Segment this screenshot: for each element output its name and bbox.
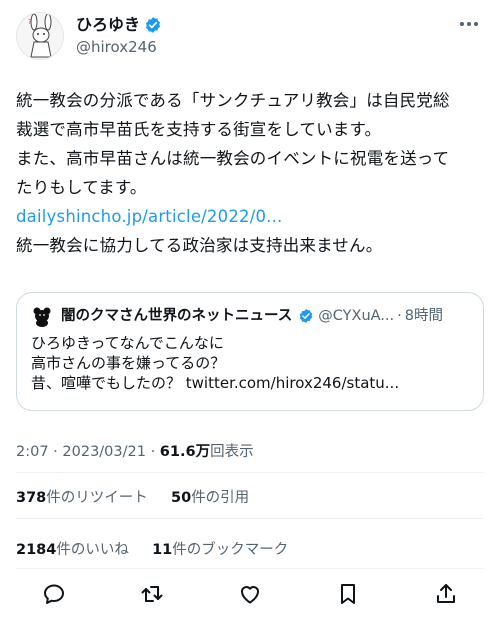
bookmarks-count: 11	[152, 542, 173, 558]
quotes-stat[interactable]: 50件の引用	[171, 490, 249, 506]
tweet-line: 統一教会に協力してる政治家は支持出来ません。	[16, 236, 383, 255]
quotes-label: 件の引用	[191, 490, 250, 506]
heart-icon	[241, 586, 259, 604]
reply-button[interactable]	[40, 580, 68, 608]
tweet-text: 統一教会の分派である「サンクチュアリ教会」は自民党総 裁選で高市早苗氏を支持する…	[16, 86, 486, 260]
article-link[interactable]: dailyshincho.jp/article/2022/0...	[16, 202, 486, 231]
bookmarks-stat[interactable]: 11件のブックマーク	[152, 542, 288, 558]
tweet-line: 裁選で高市早苗氏を支持する街宣をしています。	[16, 120, 382, 139]
retweets-count: 378	[16, 490, 47, 506]
quote-display-name: 闇のクマさん世界のネットニュース	[61, 308, 293, 324]
likes-count: 2184	[16, 542, 57, 558]
retweet-icon	[141, 586, 163, 602]
tweet-line: たりもしてます。	[16, 178, 147, 197]
retweets-stat[interactable]: 378件のリツイート	[16, 490, 148, 506]
reply-icon	[44, 584, 64, 604]
tweet-date[interactable]: 2023/03/21	[62, 444, 146, 460]
divider	[16, 472, 484, 473]
tweet-meta: 2:07 · 2023/03/21 · 61.6万回表示	[16, 444, 254, 460]
quoted-tweet[interactable]: 闇のクマさん世界のネットニュース @CYXuA... · 8時間 ひろゆきってな…	[16, 292, 484, 411]
quote-line: 昔、喧嘩でもしたの？ twitter.com/hirox246/statu...	[31, 374, 400, 392]
like-button[interactable]	[236, 580, 264, 608]
quotes-count: 50	[171, 490, 192, 506]
divider	[16, 568, 484, 569]
verified-badge-icon	[145, 17, 161, 33]
stats-row-likes: 2184件のいいね 11件のブックマーク	[16, 538, 288, 559]
tweet-line: また、高市早苗さんは統一教会のイベントに祝電を送って	[16, 149, 450, 168]
tweet-header: ? ひろゆき @hirox246	[16, 12, 162, 60]
retweet-button[interactable]	[138, 580, 166, 608]
bookmark-icon	[341, 584, 355, 604]
tweet-time[interactable]: 2:07	[16, 444, 49, 460]
svg-text:?: ?	[28, 18, 32, 26]
quote-avatar	[31, 305, 53, 327]
quote-handle: @CYXuA...	[318, 308, 395, 324]
display-name[interactable]: ひろゆき	[76, 15, 140, 35]
share-button[interactable]	[432, 580, 460, 608]
avatar[interactable]: ?	[16, 12, 64, 60]
quote-text: ひろゆきってなんでこんなに 高市さんの事を嫌ってるの？ 昔、喧嘩でもしたの？ t…	[31, 333, 469, 393]
bookmark-button[interactable]	[334, 580, 362, 608]
retweets-label: 件のリツイート	[46, 490, 148, 506]
more-options-icon[interactable]	[456, 14, 482, 34]
action-bar	[40, 580, 460, 608]
share-icon	[437, 584, 455, 603]
handle[interactable]: @hirox246	[76, 37, 162, 57]
verified-badge-icon	[300, 309, 313, 323]
stats-row-shares: 378件のリツイート 50件の引用	[16, 486, 249, 507]
quote-timestamp: 8時間	[404, 308, 443, 324]
tweet-line: 統一教会の分派である「サンクチュアリ教会」は自民党総	[16, 91, 450, 110]
quote-line: ひろゆきってなんでこんなに	[31, 334, 224, 352]
quote-separator: ·	[397, 308, 402, 324]
likes-stat[interactable]: 2184件のいいね	[16, 542, 129, 558]
quote-line: 高市さんの事を嫌ってるの？	[31, 354, 226, 372]
views-count: 61.6万	[159, 444, 211, 460]
bookmarks-label: 件のブックマーク	[172, 542, 289, 558]
likes-label: 件のいいね	[56, 542, 129, 558]
divider	[16, 518, 484, 519]
views-label: 回表示	[210, 444, 254, 460]
